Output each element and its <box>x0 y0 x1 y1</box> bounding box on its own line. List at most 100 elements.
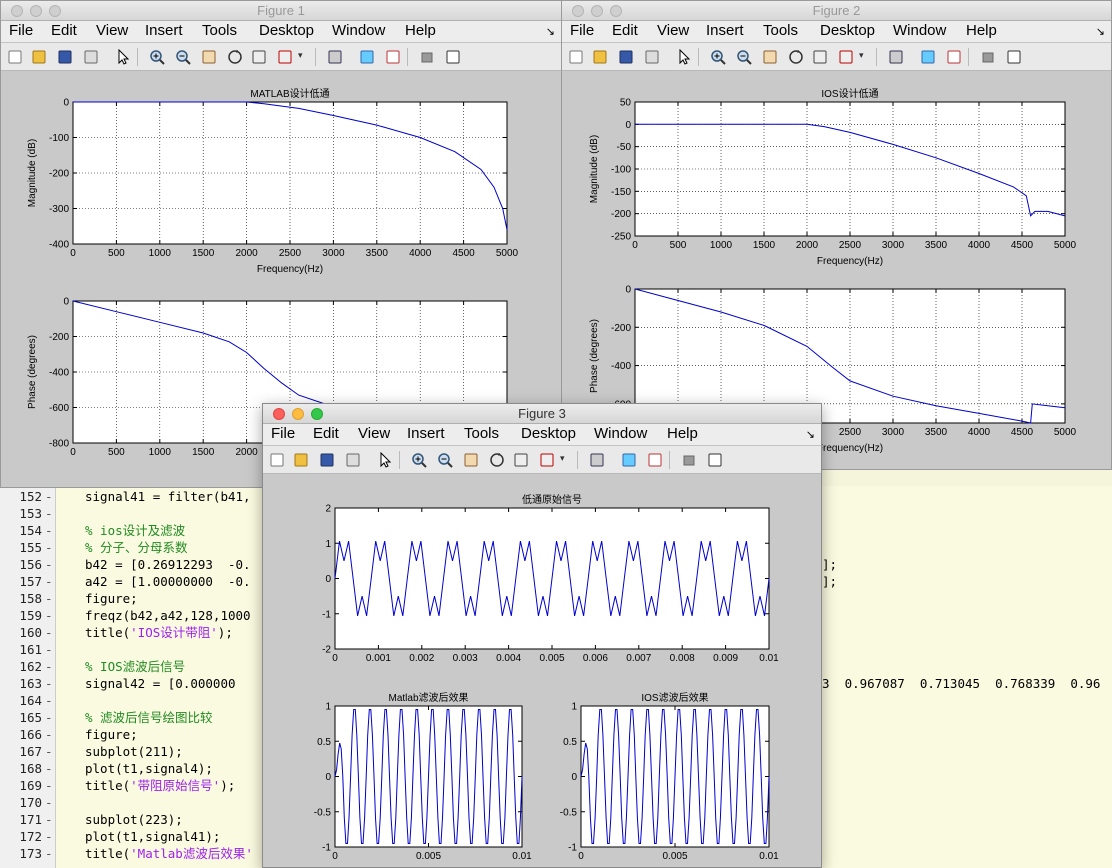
pointer-icon[interactable] <box>377 451 393 468</box>
dock-figure-icon[interactable] <box>1006 49 1022 65</box>
menu-edit[interactable]: Edit <box>51 22 77 39</box>
legend-icon[interactable] <box>946 49 962 65</box>
data-cursor-icon[interactable] <box>513 452 529 468</box>
open-file-icon[interactable] <box>31 49 47 65</box>
new-figure-icon[interactable] <box>568 49 584 65</box>
zoom-out-icon[interactable] <box>437 452 453 468</box>
brush-dropdown-icon[interactable]: ▾ <box>560 453 565 464</box>
brush-dropdown-icon[interactable]: ▾ <box>859 50 864 61</box>
dock-arrow-icon[interactable]: ↘ <box>1096 25 1105 38</box>
menu-tools[interactable]: Tools <box>763 22 798 39</box>
save-icon[interactable] <box>319 452 335 468</box>
dock-arrow-icon[interactable]: ↘ <box>546 25 555 38</box>
open-file-icon[interactable] <box>592 49 608 65</box>
data-cursor-icon[interactable] <box>251 49 267 65</box>
menu-window[interactable]: Window <box>893 22 946 39</box>
figure-3-window[interactable]: Figure 3 File Edit View Insert Tools Desktop W… <box>262 403 822 868</box>
link-plot-icon[interactable] <box>888 49 904 65</box>
colorbar-icon[interactable] <box>621 452 637 468</box>
save-icon[interactable] <box>57 49 73 65</box>
legend-icon[interactable] <box>385 49 401 65</box>
colorbar-icon[interactable] <box>359 49 375 65</box>
brush-dropdown-icon[interactable]: ▾ <box>298 50 303 61</box>
dock-arrow-icon[interactable]: ↘ <box>806 428 815 441</box>
breakpoint-marker[interactable]: - <box>45 709 53 726</box>
breakpoint-marker[interactable]: - <box>45 726 53 743</box>
menu-help[interactable]: Help <box>405 22 436 39</box>
menu-view[interactable]: View <box>657 22 689 39</box>
menu-help[interactable]: Help <box>966 22 997 39</box>
zoom-out-icon[interactable] <box>175 49 191 65</box>
legend-icon[interactable] <box>647 452 663 468</box>
menu-tools[interactable]: Tools <box>202 22 237 39</box>
breakpoint-marker[interactable]: - <box>45 811 53 828</box>
axes-f2_mag[interactable]: 0 500 1000 1500 2000 2500 3000 3500 4000 4500 5000… <box>565 82 1112 276</box>
pan-icon[interactable] <box>762 49 778 65</box>
menu-tools[interactable]: Tools <box>464 425 499 442</box>
breakpoint-marker[interactable]: - <box>45 624 53 641</box>
breakpoint-marker[interactable]: - <box>45 828 53 845</box>
menu-view[interactable]: View <box>358 425 390 442</box>
menu-file[interactable]: File <box>271 425 295 442</box>
axes-f1_mag[interactable]: 0 500 1000 1500 2000 2500 3000 3500 4000 4500 5000… <box>3 82 557 284</box>
zoom-in-icon[interactable] <box>411 452 427 468</box>
breakpoint-marker[interactable]: - <box>45 675 53 692</box>
menu-help[interactable]: Help <box>667 425 698 442</box>
rotate-icon[interactable] <box>489 452 505 468</box>
figure-2-titlebar[interactable]: Figure 2 <box>562 1 1111 21</box>
link-plot-icon[interactable] <box>327 49 343 65</box>
menu-edit[interactable]: Edit <box>313 425 339 442</box>
pointer-icon[interactable] <box>115 48 131 65</box>
pointer-icon[interactable] <box>676 48 692 65</box>
breakpoint-marker[interactable]: - <box>45 556 53 573</box>
breakpoint-marker[interactable]: - <box>45 845 53 862</box>
menu-desktop[interactable]: Desktop <box>259 22 314 39</box>
breakpoint-marker[interactable]: - <box>45 777 53 794</box>
dock-figure-icon[interactable] <box>707 452 723 468</box>
menu-desktop[interactable]: Desktop <box>820 22 875 39</box>
menu-insert[interactable]: Insert <box>145 22 183 39</box>
rotate-icon[interactable] <box>227 49 243 65</box>
breakpoint-marker[interactable]: - <box>45 590 53 607</box>
print-icon[interactable] <box>644 49 660 65</box>
zoom-out-icon[interactable] <box>736 49 752 65</box>
figure-3-titlebar[interactable]: Figure 3 <box>263 404 821 424</box>
breakpoint-marker[interactable]: - <box>45 692 53 709</box>
breakpoint-marker[interactable]: - <box>45 658 53 675</box>
menu-file[interactable]: File <box>570 22 594 39</box>
pan-icon[interactable] <box>463 452 479 468</box>
menu-edit[interactable]: Edit <box>612 22 638 39</box>
menu-desktop[interactable]: Desktop <box>521 425 576 442</box>
menu-view[interactable]: View <box>96 22 128 39</box>
breakpoint-marker[interactable]: - <box>45 505 53 522</box>
breakpoint-marker[interactable]: - <box>45 488 53 505</box>
new-figure-icon[interactable] <box>269 452 285 468</box>
menu-file[interactable]: File <box>9 22 33 39</box>
breakpoint-marker[interactable]: - <box>45 607 53 624</box>
breakpoint-marker[interactable]: - <box>45 573 53 590</box>
breakpoint-marker[interactable]: - <box>45 743 53 760</box>
brush-icon[interactable] <box>277 49 293 65</box>
menu-window[interactable]: Window <box>594 425 647 442</box>
hide-tools-icon[interactable] <box>980 49 996 65</box>
colorbar-icon[interactable] <box>920 49 936 65</box>
zoom-in-icon[interactable] <box>149 49 165 65</box>
new-figure-icon[interactable] <box>7 49 23 65</box>
hide-tools-icon[interactable] <box>419 49 435 65</box>
brush-icon[interactable] <box>838 49 854 65</box>
axes-f3_ios[interactable]: 0 0.005 0.01 -1 -0.5 0 0.5 1 IOS滤波后效果 <box>511 686 819 868</box>
axes-f3_orig[interactable]: 0 0.001 0.002 0.003 0.004 0.005 0.006 0.007 0.00… <box>265 488 819 689</box>
menu-insert[interactable]: Insert <box>407 425 445 442</box>
breakpoint-marker[interactable]: - <box>45 760 53 777</box>
open-file-icon[interactable] <box>293 452 309 468</box>
figure-1-titlebar[interactable]: Figure 1 <box>1 1 561 21</box>
print-icon[interactable] <box>345 452 361 468</box>
link-plot-icon[interactable] <box>589 452 605 468</box>
print-icon[interactable] <box>83 49 99 65</box>
pan-icon[interactable] <box>201 49 217 65</box>
dock-figure-icon[interactable] <box>445 49 461 65</box>
breakpoint-marker[interactable]: - <box>45 641 53 658</box>
figure-2-window[interactable]: Figure 2 File Edit View Insert Tools Desktop W… <box>561 0 1112 470</box>
rotate-icon[interactable] <box>788 49 804 65</box>
brush-icon[interactable] <box>539 452 555 468</box>
